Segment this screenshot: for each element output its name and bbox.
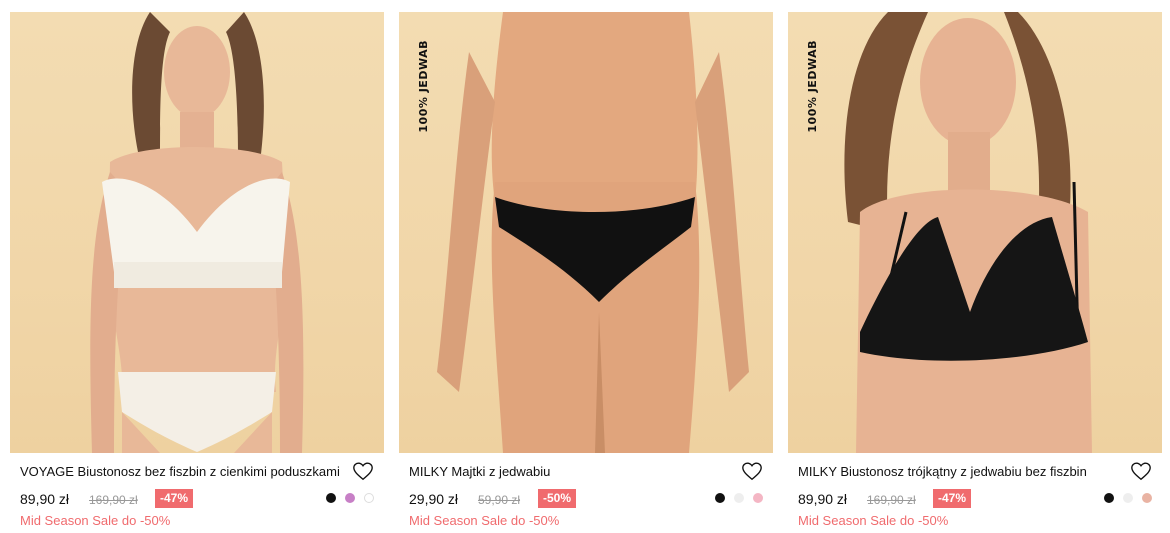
swatch-black[interactable] xyxy=(715,493,725,503)
old-price: 169,90 zł xyxy=(89,493,138,507)
current-price: 29,90 zł xyxy=(409,491,459,507)
heart-outline-icon[interactable] xyxy=(352,460,374,482)
product-photo xyxy=(90,12,304,453)
price-row: 89,90 zł 169,90 zł -47% xyxy=(10,488,384,512)
swatch-peach[interactable] xyxy=(1142,493,1152,503)
swatch-white[interactable] xyxy=(364,493,374,503)
discount-badge: -47% xyxy=(155,489,194,508)
swatch-pink[interactable] xyxy=(753,493,763,503)
product-title[interactable]: MILKY Biustonosz trójkątny z jedwabiu be… xyxy=(798,464,1128,479)
product-badge: 100% JEDWAB xyxy=(417,40,430,133)
old-price: 169,90 zł xyxy=(867,493,916,507)
color-swatches xyxy=(326,493,374,503)
discount-badge: -50% xyxy=(538,489,577,508)
promo-text: Mid Season Sale do -50% xyxy=(20,513,171,528)
swatch-black[interactable] xyxy=(1104,493,1114,503)
heart-outline-icon[interactable] xyxy=(1130,460,1152,482)
swatch-white[interactable] xyxy=(734,493,744,503)
current-price: 89,90 zł xyxy=(20,491,70,507)
product-title[interactable]: MILKY Majtki z jedwabiu xyxy=(409,464,739,479)
discount-badge: -47% xyxy=(933,489,972,508)
product-image[interactable]: 100% JEDWAB xyxy=(399,12,773,453)
product-image[interactable] xyxy=(10,12,384,453)
swatch-black[interactable] xyxy=(326,493,336,503)
product-badge: 100% JEDWAB xyxy=(806,40,819,133)
product-title-row: MILKY Biustonosz trójkątny z jedwabiu be… xyxy=(788,460,1162,488)
product-card[interactable]: 100% JEDWAB MILKY Biustonosz trójkątny z… xyxy=(788,12,1162,528)
heart-outline-icon[interactable] xyxy=(741,460,763,482)
product-grid: VOYAGE Biustonosz bez fiszbin z cienkimi… xyxy=(0,0,1170,533)
color-swatches xyxy=(715,493,763,503)
product-card[interactable]: VOYAGE Biustonosz bez fiszbin z cienkimi… xyxy=(10,12,384,528)
current-price: 89,90 zł xyxy=(798,491,848,507)
price-row: 29,90 zł 59,90 zł -50% xyxy=(399,488,773,512)
swatch-purple[interactable] xyxy=(345,493,355,503)
promo-text: Mid Season Sale do -50% xyxy=(409,513,560,528)
product-card[interactable]: 100% JEDWAB MILKY Majtki z jedwabiu 29,9… xyxy=(399,12,773,528)
old-price: 59,90 zł xyxy=(478,493,521,507)
color-swatches xyxy=(1104,493,1152,503)
product-photo xyxy=(844,12,1092,453)
product-title-row: MILKY Majtki z jedwabiu xyxy=(399,460,773,488)
price-row: 89,90 zł 169,90 zł -47% xyxy=(788,488,1162,512)
product-image[interactable]: 100% JEDWAB xyxy=(788,12,1162,453)
product-title-row: VOYAGE Biustonosz bez fiszbin z cienkimi… xyxy=(10,460,384,488)
product-title[interactable]: VOYAGE Biustonosz bez fiszbin z cienkimi… xyxy=(20,464,350,479)
product-photo xyxy=(437,12,749,453)
promo-text: Mid Season Sale do -50% xyxy=(798,513,949,528)
swatch-white[interactable] xyxy=(1123,493,1133,503)
